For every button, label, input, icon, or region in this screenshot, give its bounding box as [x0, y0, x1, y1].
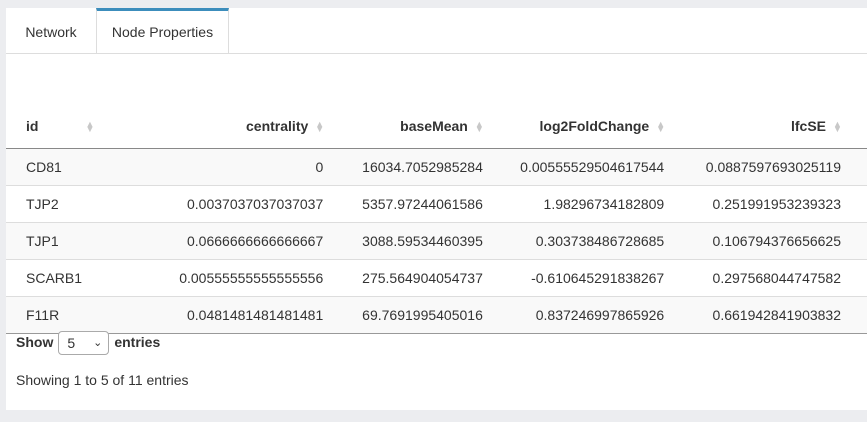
column-header-centrality[interactable]: centrality ▲ ▼ [107, 103, 339, 149]
table-row[interactable]: TJP2 0.0037037037037037 5357.97244061586… [6, 185, 867, 223]
cell-id: F11R [6, 296, 108, 334]
sort-icon: ▲ ▼ [474, 118, 484, 134]
cell-centrality: 0.0481481481481481 [107, 296, 339, 334]
table-row[interactable]: CD81 0 16034.7052985284 0.00555529504617… [6, 148, 867, 186]
cell-log2foldchange: 1.98296734182809 [497, 185, 680, 223]
cell-lfcse: 0.251991953239323 [679, 185, 867, 223]
cell-id: SCARB1 [6, 259, 108, 297]
cell-lfcse: 0.106794376656625 [679, 222, 867, 260]
column-header-lfcse[interactable]: lfcSE ▲ ▼ [679, 103, 867, 149]
table-header-row: id ▲ ▼ centrality ▲ ▼ baseMean ▲ ▼ log2FoldCha… [6, 103, 867, 149]
cell-lfcse: 0.0887597693025119 [679, 148, 867, 186]
cell-centrality: 0.0037037037037037 [107, 185, 339, 223]
cell-log2foldchange: -0.610645291838267 [497, 259, 680, 297]
sort-icon: ▲ ▼ [85, 118, 95, 134]
cell-centrality: 0 [107, 148, 339, 186]
node-properties-table: id ▲ ▼ centrality ▲ ▼ baseMean ▲ ▼ log2FoldCha… [6, 103, 867, 334]
cell-lfcse: 0.661942841903832 [679, 296, 867, 334]
column-header-label: lfcSE [790, 117, 826, 134]
cell-basemean: 69.7691995405016 [338, 296, 498, 334]
sort-icon: ▲ ▼ [833, 118, 842, 134]
table-row[interactable]: TJP1 0.0666666666666667 3088.59534460395… [6, 222, 867, 260]
column-header-label: baseMean [400, 117, 468, 134]
table-info: Showing 1 to 5 of 11 entries [16, 372, 189, 388]
cell-basemean: 275.564904054737 [338, 259, 498, 297]
tab-panel: Network Node Properties id ▲ ▼ centrality ▲… [6, 8, 867, 410]
cell-centrality: 0.00555555555555556 [107, 259, 339, 297]
cell-log2foldchange: 0.303738486728685 [497, 222, 680, 260]
tab-bar: Network Node Properties [6, 8, 867, 54]
entries-label: entries [114, 334, 161, 350]
column-header-label: id [26, 117, 39, 134]
cell-basemean: 16034.7052985284 [338, 148, 498, 186]
chevron-down-icon: ⌄ [93, 337, 103, 350]
show-label: Show [16, 334, 54, 350]
entries-select[interactable]: 5 ⌄ [58, 331, 110, 356]
cell-basemean: 5357.97244061586 [338, 185, 498, 223]
column-header-label: centrality [246, 117, 309, 134]
cell-id: TJP2 [6, 185, 108, 223]
cell-log2foldchange: 0.00555529504617544 [497, 148, 680, 186]
column-header-label: log2FoldChange [539, 117, 650, 134]
cell-id: CD81 [6, 148, 108, 186]
entries-length-control: Show 5 ⌄ entries [16, 329, 161, 356]
column-header-basemean[interactable]: baseMean ▲ ▼ [338, 103, 498, 149]
entries-select-value: 5 [67, 335, 76, 352]
table-row[interactable]: SCARB1 0.00555555555555556 275.564904054… [6, 259, 867, 297]
cell-id: TJP1 [6, 222, 108, 260]
cell-lfcse: 0.297568044747582 [679, 259, 867, 297]
tab-node-properties[interactable]: Node Properties [96, 8, 229, 53]
table-row[interactable]: F11R 0.0481481481481481 69.7691995405016… [6, 296, 867, 334]
tab-network[interactable]: Network [6, 8, 96, 52]
cell-log2foldchange: 0.837246997865926 [497, 296, 680, 334]
column-header-log2foldchange[interactable]: log2FoldChange ▲ ▼ [497, 103, 680, 149]
cell-centrality: 0.0666666666666667 [107, 222, 339, 260]
cell-basemean: 3088.59534460395 [338, 222, 498, 260]
column-header-id[interactable]: id ▲ ▼ [6, 103, 108, 149]
sort-icon: ▲ ▼ [656, 118, 666, 134]
sort-icon: ▲ ▼ [315, 118, 325, 134]
